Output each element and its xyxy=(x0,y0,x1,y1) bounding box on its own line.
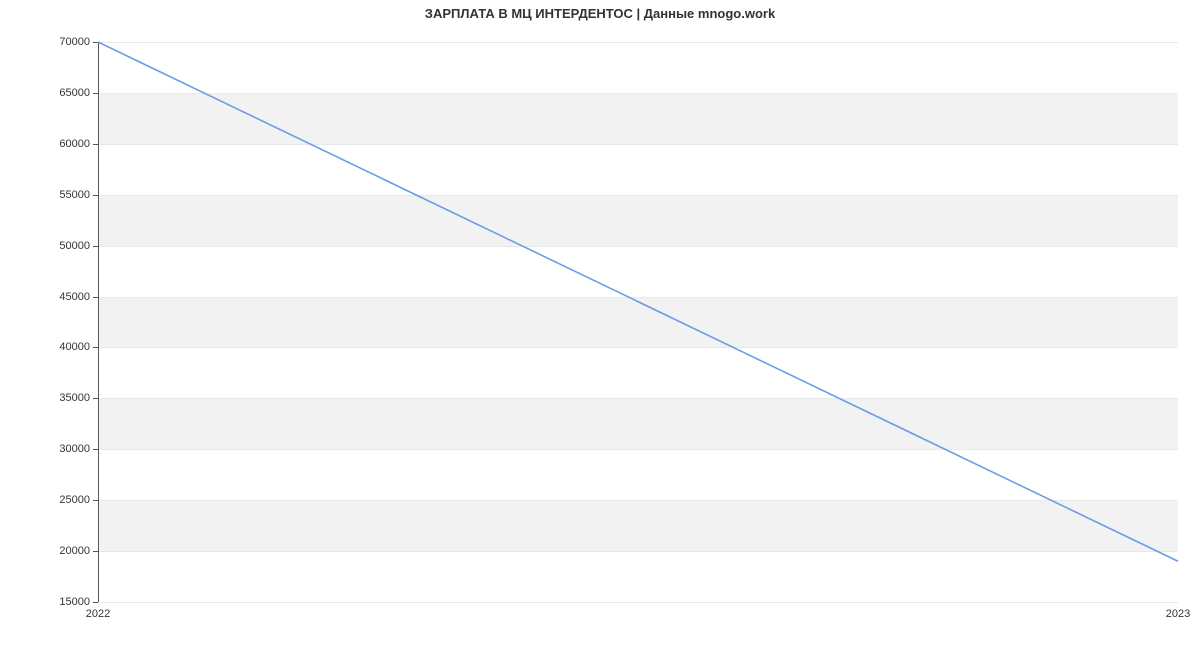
y-tick-label: 55000 xyxy=(59,189,90,201)
y-tick xyxy=(93,602,98,603)
x-tick-label: 2023 xyxy=(1166,608,1190,620)
y-tick-label: 65000 xyxy=(59,87,90,99)
chart-title: ЗАРПЛАТА В МЦ ИНТЕРДЕНТОС | Данные mnogo… xyxy=(0,6,1200,21)
line-series xyxy=(98,42,1178,602)
plot-area xyxy=(98,42,1178,602)
y-tick-label: 70000 xyxy=(59,36,90,48)
x-tick-label: 2022 xyxy=(86,608,110,620)
series-line xyxy=(98,42,1178,561)
y-tick-label: 25000 xyxy=(59,494,90,506)
chart-container: ЗАРПЛАТА В МЦ ИНТЕРДЕНТОС | Данные mnogo… xyxy=(0,0,1200,650)
y-tick-label: 50000 xyxy=(59,240,90,252)
y-tick-label: 60000 xyxy=(59,138,90,150)
gridline xyxy=(98,602,1178,603)
y-tick-label: 40000 xyxy=(59,341,90,353)
y-tick-label: 15000 xyxy=(59,596,90,608)
y-tick-label: 45000 xyxy=(59,291,90,303)
y-tick-label: 20000 xyxy=(59,545,90,557)
y-tick-label: 35000 xyxy=(59,392,90,404)
y-tick-label: 30000 xyxy=(59,443,90,455)
